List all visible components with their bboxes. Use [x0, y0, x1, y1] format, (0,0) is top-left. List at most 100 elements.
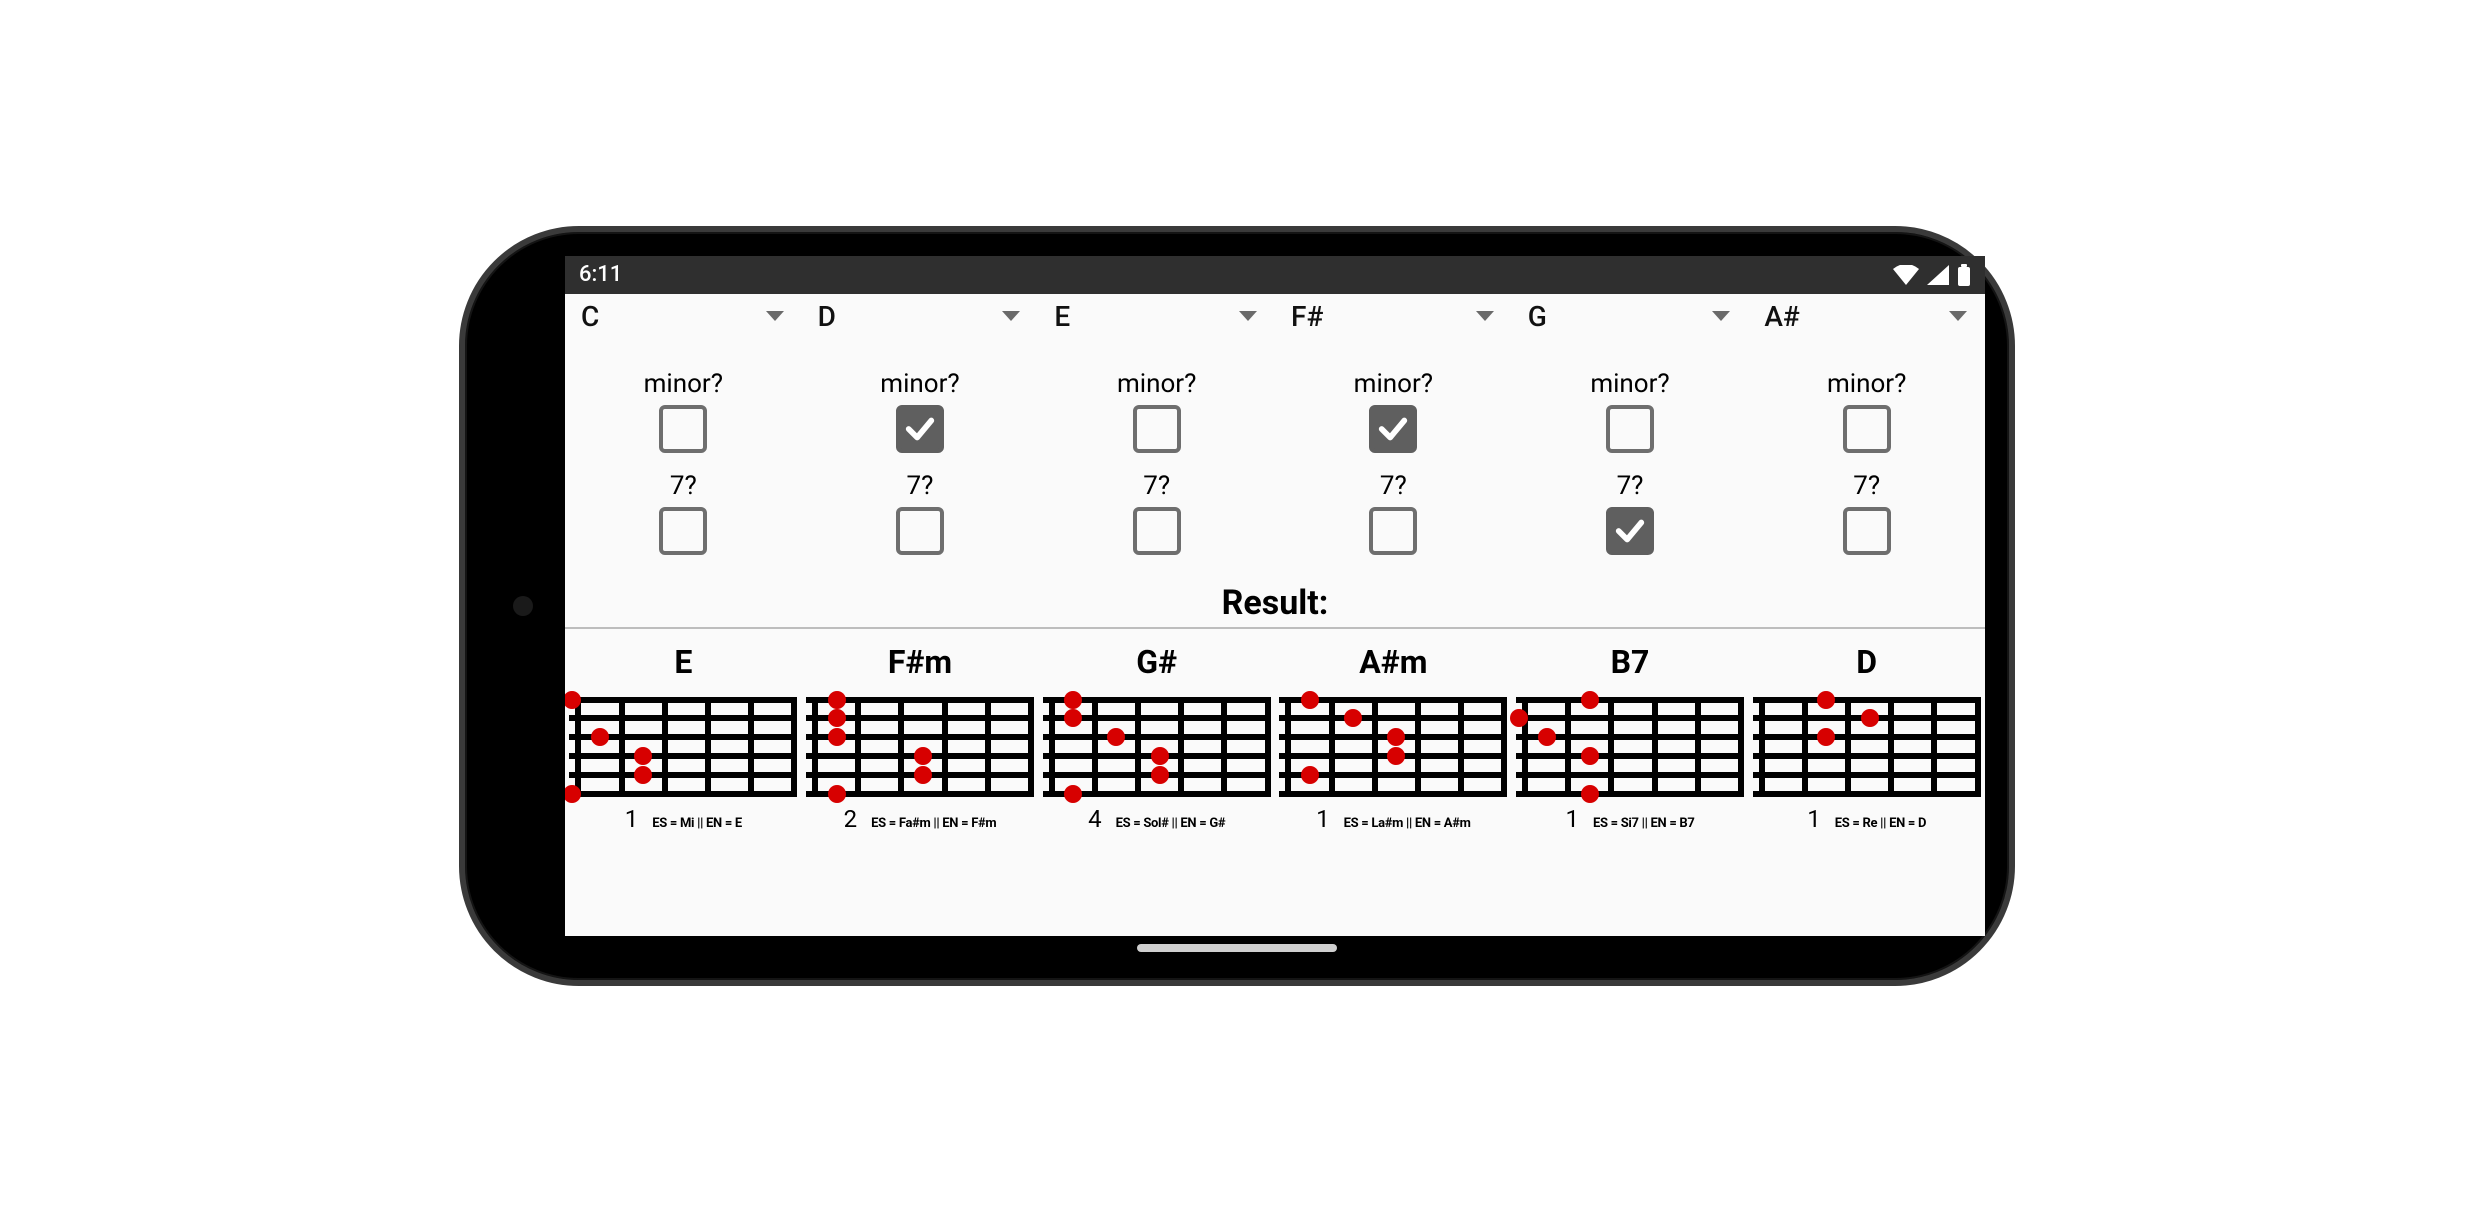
minor-label-4: minor? — [1590, 369, 1669, 399]
minor-checkbox-1[interactable] — [896, 405, 944, 453]
chord-position-5: 1 — [1807, 805, 1821, 833]
seventh-checkbox-2[interactable] — [1133, 507, 1181, 555]
signal-icon — [1927, 265, 1949, 285]
finger-dot — [1387, 747, 1405, 765]
note-select-0[interactable]: C — [565, 294, 802, 339]
minor-label-1: minor? — [880, 369, 959, 399]
chord-cell-1: F#m 2 ES = Fa#m || EN = F#m — [802, 643, 1039, 833]
finger-dot — [1064, 785, 1082, 803]
chord-diagram-5 — [1753, 697, 1981, 797]
seventh-label-5: 7? — [1853, 471, 1880, 501]
seventh-checkbox-3[interactable] — [1369, 507, 1417, 555]
chevron-down-icon — [766, 311, 784, 321]
finger-dot — [591, 728, 609, 746]
chord-subtitle-4: ES = Si7 || EN = B7 — [1593, 816, 1695, 831]
home-indicator[interactable] — [1137, 944, 1337, 952]
finger-dot — [914, 766, 932, 784]
chord-name-1: F#m — [888, 643, 952, 681]
finger-dot — [634, 747, 652, 765]
note-select-4[interactable]: G — [1512, 294, 1749, 339]
seventh-label-1: 7? — [907, 471, 934, 501]
chord-footer-5: 1 ES = Re || EN = D — [1807, 805, 1926, 833]
minor-cell-0: minor? — [565, 369, 802, 453]
finger-dot — [1538, 728, 1556, 746]
minor-cell-5: minor? — [1748, 369, 1985, 453]
wifi-icon — [1893, 265, 1919, 285]
chord-position-0: 1 — [625, 805, 639, 833]
chord-name-3: A#m — [1359, 643, 1427, 681]
chord-footer-3: 1ES = La#m || EN = A#m — [1316, 805, 1471, 833]
minor-checkbox-3[interactable] — [1369, 405, 1417, 453]
finger-dot — [914, 747, 932, 765]
seventh-cell-2: 7? — [1038, 471, 1275, 555]
finger-dot — [828, 785, 846, 803]
note-select-2-value: E — [1054, 300, 1070, 333]
note-select-5[interactable]: A# — [1748, 294, 1985, 339]
finger-dot — [1581, 747, 1599, 765]
seventh-cell-3: 7? — [1275, 471, 1512, 555]
finger-dot — [828, 709, 846, 727]
seventh-label-2: 7? — [1143, 471, 1170, 501]
chord-subtitle-2: ES = Sol# || EN = G# — [1116, 816, 1226, 831]
finger-dot — [828, 728, 846, 746]
chord-name-0: E — [674, 643, 692, 681]
seventh-cell-0: 7? — [565, 471, 802, 555]
seventh-checkbox-0[interactable] — [659, 507, 707, 555]
finger-dot — [828, 691, 846, 709]
seventh-cell-5: 7? — [1748, 471, 1985, 555]
note-select-1[interactable]: D — [802, 294, 1039, 339]
seventh-label-3: 7? — [1380, 471, 1407, 501]
minor-checkbox-0[interactable] — [659, 405, 707, 453]
minor-row: minor?minor?minor?minor?minor?minor? — [565, 369, 1985, 453]
chevron-down-icon — [1949, 311, 1967, 321]
note-select-3-value: F# — [1291, 300, 1323, 333]
result-label: Result: — [565, 555, 1985, 627]
finger-dot — [1151, 747, 1169, 765]
seventh-cell-4: 7? — [1512, 471, 1749, 555]
seventh-checkbox-4[interactable] — [1606, 507, 1654, 555]
chord-subtitle-1: ES = Fa#m || EN = F#m — [871, 816, 996, 831]
seventh-checkbox-5[interactable] — [1843, 507, 1891, 555]
chord-subtitle-3: ES = La#m || EN = A#m — [1344, 816, 1471, 831]
chord-footer-0: 1ES = Mi || EN = E — [625, 805, 742, 833]
seventh-label-0: 7? — [670, 471, 697, 501]
finger-dot — [1510, 709, 1528, 727]
note-select-5-value: A# — [1764, 300, 1799, 333]
phone-frame: 6:11 C D E F# G A# minor?min — [459, 226, 2015, 986]
app-content: C D E F# G A# minor? minor? minor? minor? mi… — [565, 294, 1985, 936]
chord-position-1: 2 — [844, 805, 858, 833]
minor-label-0: minor? — [644, 369, 723, 399]
chord-footer-4: 1ES = Si7 || EN = B7 — [1565, 805, 1694, 833]
note-select-1-value: D — [818, 300, 836, 333]
chord-cell-0: E 1ES = Mi || EN = E — [565, 643, 802, 833]
chevron-down-icon — [1476, 311, 1494, 321]
finger-dot — [565, 785, 581, 803]
finger-dot — [1581, 691, 1599, 709]
chord-name-5: D — [1856, 643, 1877, 681]
status-icons — [1893, 264, 1971, 286]
finger-dot — [1301, 766, 1319, 784]
minor-checkbox-2[interactable] — [1133, 405, 1181, 453]
minor-cell-1: minor? — [802, 369, 1039, 453]
finger-dot — [1301, 691, 1319, 709]
chord-subtitle-5: ES = Re || EN = D — [1835, 816, 1926, 831]
note-selector-row: C D E F# G A# — [565, 294, 1985, 339]
minor-checkbox-5[interactable] — [1843, 405, 1891, 453]
chord-diagram-2 — [1043, 697, 1271, 797]
chord-diagram-4 — [1516, 697, 1744, 797]
seventh-checkbox-1[interactable] — [896, 507, 944, 555]
seventh-row: 7? 7? 7? 7? 7? 7? — [565, 471, 1985, 555]
minor-label-3: minor? — [1354, 369, 1433, 399]
minor-checkbox-4[interactable] — [1606, 405, 1654, 453]
seventh-label-4: 7? — [1617, 471, 1644, 501]
seventh-cell-1: 7? — [802, 471, 1039, 555]
finger-dot — [1344, 709, 1362, 727]
note-select-3[interactable]: F# — [1275, 294, 1512, 339]
screen: 6:11 C D E F# G A# minor?min — [565, 256, 1985, 936]
chord-name-4: B7 — [1611, 643, 1650, 681]
status-bar: 6:11 — [565, 256, 1985, 294]
note-select-4-value: G — [1528, 300, 1547, 333]
finger-dot — [1817, 691, 1835, 709]
finger-dot — [1151, 766, 1169, 784]
note-select-2[interactable]: E — [1038, 294, 1275, 339]
